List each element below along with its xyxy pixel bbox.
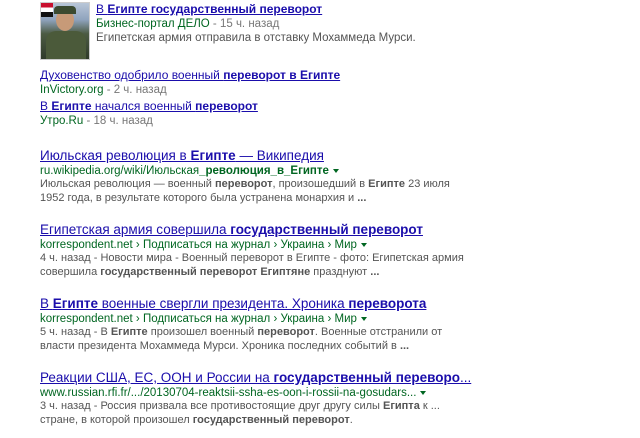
news-title-link[interactable]: В Египте государственный переворот <box>96 2 322 16</box>
result-snippet: 4 ч. назад - Новости мира - Военный пере… <box>40 252 464 278</box>
result-url: www.russian.rfi.fr/.../20130704-reaktsii… <box>40 386 630 400</box>
news-source: InVictory.org <box>40 83 104 96</box>
dropdown-arrow-icon[interactable] <box>360 316 367 321</box>
news-block: В Египте государственный переворот Бизне… <box>40 2 630 62</box>
dropdown-arrow-icon[interactable] <box>360 242 367 247</box>
news-time: - 15 ч. назад <box>209 17 280 30</box>
breadcrumb-ukraine[interactable]: Украина <box>281 239 325 251</box>
news-thumbnail[interactable] <box>40 2 90 60</box>
search-result: Реакции США, ЕС, ООН и России на государ… <box>40 370 630 427</box>
search-result: Июльская революция в Египте — Википедия … <box>40 148 630 205</box>
news-title-link[interactable]: В Египте начался военный переворот <box>40 99 258 113</box>
result-title-link[interactable]: Египетская армия совершила государственн… <box>40 222 423 237</box>
news-time: - 2 ч. назад <box>103 83 167 96</box>
result-title-link[interactable]: В Египте военные свергли президента. Хро… <box>40 296 426 311</box>
search-result: Египетская армия совершила государственн… <box>40 222 630 279</box>
news-title-link[interactable]: Духовенство одобрило военный переворот в… <box>40 68 340 82</box>
result-url: ru.wikipedia.org/wiki/Июльская_революция… <box>40 164 630 178</box>
breadcrumb-world[interactable]: Мир <box>335 313 357 325</box>
flag-image <box>41 3 53 17</box>
breadcrumb-subscribe[interactable]: Подписаться на журнал <box>143 313 270 325</box>
result-url: korrespondent.net › Подписаться на журна… <box>40 238 630 252</box>
result-url: korrespondent.net › Подписаться на журна… <box>40 312 630 326</box>
news-item-1: В Египте государственный переворот Бизне… <box>96 2 636 45</box>
result-snippet: 5 ч. назад - В Египте произошел военный … <box>40 326 443 352</box>
news-snippet: Египетская армия отправила в отставку Мо… <box>96 32 416 44</box>
search-result: В Египте военные свергли президента. Хро… <box>40 296 630 353</box>
news-source: Бизнес-портал ДЕЛО <box>96 17 210 30</box>
result-title-link[interactable]: Июльская революция в Египте — Википедия <box>40 148 324 163</box>
breadcrumb-world[interactable]: Мир <box>335 239 357 251</box>
news-source: Утро.Ru <box>40 114 84 127</box>
dropdown-arrow-icon[interactable] <box>420 390 427 395</box>
breadcrumb-subscribe[interactable]: Подписаться на журнал <box>143 239 270 251</box>
news-item-3: В Египте начался военный переворот Утро.… <box>40 99 630 128</box>
result-title-link[interactable]: Реакции США, ЕС, ООН и России на государ… <box>40 370 471 385</box>
result-snippet: Июльская революция — военный переворот, … <box>40 178 450 204</box>
result-snippet: 3 ч. назад - Россия призвала все противо… <box>40 400 440 426</box>
news-time: - 18 ч. назад <box>83 114 153 127</box>
breadcrumb-ukraine[interactable]: Украина <box>281 313 325 325</box>
news-item-2: Духовенство одобрило военный переворот в… <box>40 68 630 97</box>
dropdown-arrow-icon[interactable] <box>332 168 339 173</box>
